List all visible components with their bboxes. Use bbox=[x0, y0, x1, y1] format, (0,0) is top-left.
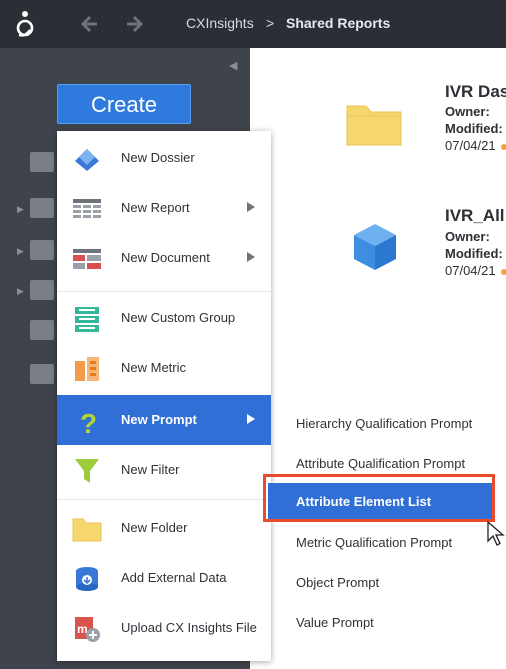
menu-item-new-prompt[interactable]: ? New Prompt bbox=[57, 395, 271, 445]
menu-item-new-metric[interactable]: New Metric bbox=[57, 345, 271, 391]
submenu-arrow-icon bbox=[247, 414, 255, 424]
submenu-arrow-icon bbox=[247, 202, 255, 212]
svg-text:m: m bbox=[77, 622, 88, 636]
menu-divider bbox=[57, 291, 271, 292]
menu-item-new-report[interactable]: New Report bbox=[57, 185, 271, 231]
status-dot-icon bbox=[500, 268, 506, 275]
document-icon bbox=[73, 249, 101, 269]
modified-label: Modified: bbox=[445, 246, 503, 261]
report-grid-icon bbox=[73, 199, 101, 218]
status-dot-icon bbox=[500, 143, 506, 150]
expand-triangle-icon[interactable]: ▶ bbox=[17, 246, 24, 257]
breadcrumb-app[interactable]: CXInsights bbox=[186, 15, 254, 31]
menu-item-new-document[interactable]: New Document bbox=[57, 235, 271, 281]
breadcrumb-current: Shared Reports bbox=[286, 15, 391, 31]
submenu-item-value-prompt[interactable]: Value Prompt bbox=[270, 604, 506, 640]
top-bar: CXInsights > Shared Reports bbox=[0, 0, 506, 48]
create-menu: New Dossier New Report New Document New … bbox=[57, 131, 271, 661]
item-date: 07/04/21 bbox=[445, 138, 506, 153]
recents-icon[interactable] bbox=[30, 152, 54, 172]
subscriptions-icon[interactable] bbox=[30, 364, 54, 384]
item-title[interactable]: IVR_All bbox=[445, 206, 505, 226]
prompt-question-icon: ? bbox=[80, 408, 97, 435]
genesys-logo-icon[interactable] bbox=[14, 10, 36, 38]
prompt-submenu: Hierarchy Qualification Prompt Attribute… bbox=[268, 397, 506, 669]
back-arrow-icon[interactable] bbox=[78, 13, 100, 35]
menu-divider bbox=[57, 499, 271, 500]
owner-label: Owner: bbox=[445, 229, 490, 244]
cube-icon[interactable] bbox=[352, 222, 398, 272]
menu-item-new-folder[interactable]: New Folder bbox=[57, 505, 271, 551]
submenu-item-hierarchy-qualification-prompt[interactable]: Hierarchy Qualification Prompt bbox=[270, 405, 506, 441]
my-reports-icon[interactable] bbox=[30, 240, 54, 260]
submenu-arrow-icon bbox=[247, 252, 255, 262]
database-add-icon bbox=[76, 567, 98, 591]
menu-item-new-dossier[interactable]: New Dossier bbox=[57, 135, 271, 181]
svg-text:?: ? bbox=[80, 408, 97, 435]
custom-group-icon bbox=[75, 307, 99, 332]
submenu-item-metric-qualification-prompt[interactable]: Metric Qualification Prompt bbox=[270, 524, 506, 560]
folder-icon bbox=[72, 518, 102, 542]
submenu-item-object-prompt[interactable]: Object Prompt bbox=[270, 564, 506, 600]
menu-item-add-external-data[interactable]: Add External Data bbox=[57, 555, 271, 601]
item-date: 07/04/21 bbox=[445, 263, 506, 278]
dossier-icon bbox=[75, 149, 99, 171]
metric-icon bbox=[75, 357, 99, 381]
create-button[interactable]: Create bbox=[57, 84, 191, 124]
menu-item-new-filter[interactable]: New Filter bbox=[57, 447, 271, 493]
upload-file-icon: m bbox=[75, 617, 100, 642]
expand-triangle-icon[interactable]: ▶ bbox=[17, 204, 24, 215]
expand-triangle-icon[interactable]: ▶ bbox=[17, 286, 24, 297]
menu-item-upload-cx-insights-file[interactable]: m Upload CX Insights File bbox=[57, 605, 271, 651]
annotation-highlight-box bbox=[263, 474, 495, 522]
item-title[interactable]: IVR Das bbox=[445, 82, 506, 102]
menu-item-new-custom-group[interactable]: New Custom Group bbox=[57, 295, 271, 341]
shared-folder-icon[interactable] bbox=[30, 198, 54, 218]
history-list-icon[interactable] bbox=[30, 320, 54, 340]
folder-icon[interactable] bbox=[346, 98, 402, 146]
collapse-sidebar-icon[interactable]: ◀ bbox=[229, 59, 237, 72]
mouse-cursor-icon bbox=[487, 521, 505, 546]
my-objects-icon[interactable] bbox=[30, 280, 54, 300]
breadcrumb-separator: > bbox=[266, 15, 275, 31]
owner-label: Owner: bbox=[445, 104, 490, 119]
forward-arrow-icon[interactable] bbox=[124, 13, 146, 35]
modified-label: Modified: bbox=[445, 121, 503, 136]
filter-funnel-icon bbox=[75, 459, 99, 483]
